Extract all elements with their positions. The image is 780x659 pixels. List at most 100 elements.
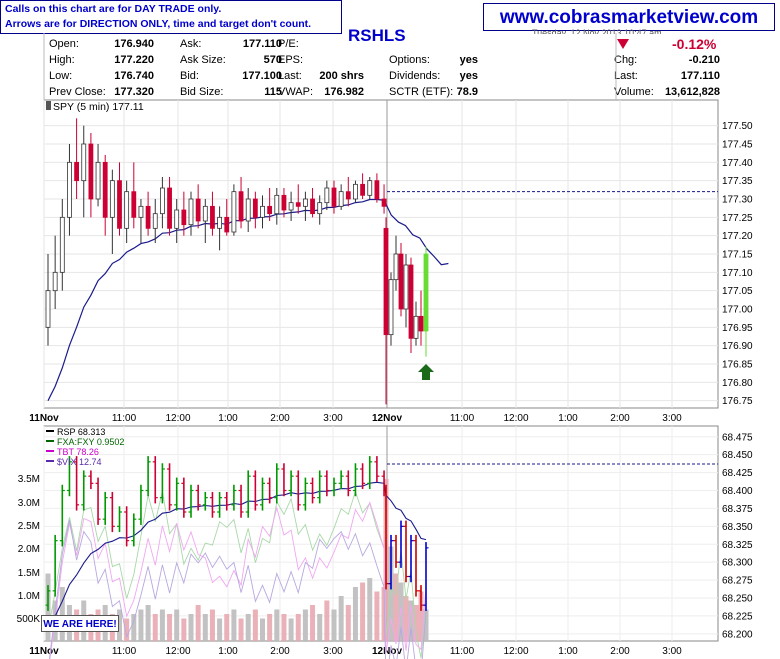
- rsp-tick-label: 68.475: [722, 432, 753, 443]
- price-tick-label: 176.95: [722, 323, 753, 334]
- volume-bar: [217, 618, 223, 641]
- spy-candle: [245, 198, 251, 222]
- volume-tick-label: 3.5M: [18, 474, 40, 485]
- spy-candle: [338, 191, 344, 207]
- rsp-time-label: 1:00: [218, 646, 238, 657]
- spy-candle: [288, 202, 294, 211]
- spy-candle: [88, 143, 94, 200]
- spy-candle: [95, 161, 101, 200]
- volume-bar: [288, 618, 294, 641]
- volume-bar: [260, 618, 265, 641]
- rsp-tick-label: 68.225: [722, 611, 753, 622]
- volume-bar: [324, 600, 330, 641]
- volume-bar: [398, 582, 404, 641]
- volume-bar: [159, 609, 165, 641]
- spy-candle: [224, 216, 230, 233]
- rsp-legend-entry: TBT 78.26: [57, 447, 99, 457]
- volume-bar: [145, 605, 151, 641]
- spy-candle: [295, 202, 301, 207]
- spy-candle: [310, 198, 315, 215]
- volume-bar: [202, 614, 208, 641]
- volume-bar: [195, 605, 201, 641]
- rsp-tick-label: 68.300: [722, 558, 753, 569]
- rsp-time-label: 1:00: [558, 646, 578, 657]
- spy-candle: [260, 205, 265, 218]
- volume-bar: [131, 614, 137, 641]
- spy-candle: [267, 205, 273, 215]
- price-time-label: 3:00: [662, 413, 682, 424]
- rsp-tick-label: 68.200: [722, 629, 753, 640]
- spy-candle: [398, 253, 404, 310]
- price-tick-label: 176.80: [722, 378, 753, 389]
- rsp-time-label: 11Nov: [29, 646, 59, 657]
- volume-bar: [181, 618, 187, 641]
- spy-candle: [360, 183, 366, 196]
- price-tick-label: 177.15: [722, 250, 753, 261]
- price-time-label: 11Nov: [29, 413, 59, 424]
- price-time-label: 11:00: [112, 413, 137, 424]
- price-time-label: 12Nov: [372, 413, 402, 424]
- spy-candle: [274, 194, 280, 215]
- rsp-tick-label: 68.400: [722, 486, 753, 497]
- spy-candle: [353, 183, 358, 200]
- spy-candle: [167, 187, 172, 229]
- volume-tick-label: 2.5M: [18, 521, 40, 532]
- price-tick-label: 177.35: [722, 176, 753, 187]
- rsp-time-label: 2:00: [610, 646, 630, 657]
- spy-candle: [217, 216, 223, 229]
- volume-tick-label: 1.5M: [18, 568, 40, 579]
- spy-candle: [202, 205, 208, 222]
- spy-candle: [418, 315, 424, 332]
- volume-bar: [360, 582, 366, 641]
- rsp-tick-label: 68.450: [722, 450, 753, 461]
- price-tick-label: 176.85: [722, 360, 753, 371]
- volume-bar: [209, 609, 215, 641]
- volume-tick-label: 3.0M: [18, 498, 40, 509]
- price-tick-label: 177.00: [722, 305, 753, 316]
- spy-candle: [159, 187, 165, 215]
- rsp-legend-entry: FXA:FXY 0.9502: [57, 437, 124, 447]
- spy-candle: [174, 209, 180, 229]
- rsp-tick-label: 68.425: [722, 468, 753, 479]
- rsp-time-label: 12:00: [503, 646, 528, 657]
- spy-candle: [381, 198, 387, 207]
- price-time-label: 1:00: [558, 413, 578, 424]
- spy-candle: [145, 205, 151, 229]
- rsp-panel-frame: [43, 425, 719, 642]
- volume-bar: [224, 614, 230, 641]
- price-tick-label: 177.45: [722, 140, 753, 151]
- spy-candle: [131, 191, 137, 218]
- spy-candle: [317, 202, 323, 215]
- volume-bar: [238, 618, 244, 641]
- volume-tick-label: 2.0M: [18, 544, 40, 555]
- we-are-here-label: WE ARE HERE!: [41, 615, 119, 632]
- spy-candle: [124, 191, 130, 229]
- volume-bar: [295, 614, 301, 641]
- legend-icon: [46, 101, 51, 110]
- rsp-legend-entry: $VIX 12.74: [57, 457, 102, 467]
- volume-bar: [317, 614, 323, 641]
- spy-candle: [345, 191, 351, 200]
- spy-candle: [388, 279, 394, 336]
- volume-bar: [152, 614, 158, 641]
- spy-candle: [181, 209, 187, 226]
- price-chart: 177.50 177.45 177.40 177.35 177.30 177.25 177.…: [17, 33, 753, 659]
- volume-tick-label: 1.0M: [18, 591, 40, 602]
- spy-candle: [45, 290, 51, 328]
- volume-bar: [167, 614, 173, 641]
- spy-candle: [403, 264, 409, 310]
- rsp-tick-label: 68.350: [722, 522, 753, 533]
- spy-candle: [138, 205, 144, 218]
- spy-candle: [302, 198, 308, 207]
- spy-candle: [281, 194, 287, 211]
- spy-candle: [67, 161, 72, 218]
- volume-bar: [274, 609, 280, 641]
- spy-candle: [152, 213, 158, 229]
- spy-candle: [413, 315, 419, 339]
- volume-bar: [352, 587, 358, 641]
- volume-bar: [345, 605, 351, 641]
- rsp-time-label: 3:00: [323, 646, 343, 657]
- volume-bar: [331, 609, 337, 641]
- rsp-tick-label: 68.250: [722, 594, 753, 605]
- spy-candle: [59, 216, 65, 273]
